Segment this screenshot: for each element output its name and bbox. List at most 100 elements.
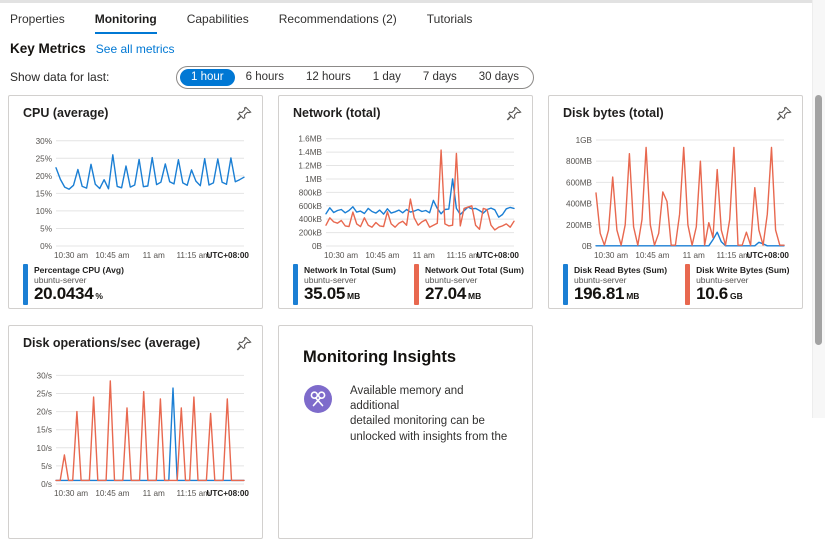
- svg-text:11 am: 11 am: [143, 489, 165, 498]
- svg-text:15/s: 15/s: [37, 426, 52, 435]
- svg-text:200kB: 200kB: [299, 229, 323, 238]
- pin-to-dashboard-icon[interactable]: [236, 105, 253, 122]
- svg-text:5%: 5%: [40, 224, 52, 233]
- svg-text:10:45 am: 10:45 am: [95, 489, 129, 498]
- svg-text:400kB: 400kB: [299, 215, 323, 224]
- svg-text:11 am: 11 am: [143, 251, 165, 260]
- svg-text:11:15 am: 11:15 am: [446, 251, 480, 260]
- metrics-cards-row-2: Disk operations/sec (average) 30/s25/s20…: [8, 325, 533, 539]
- svg-text:10%: 10%: [36, 207, 52, 216]
- legend-color-bar: [563, 264, 568, 305]
- svg-text:1.6MB: 1.6MB: [298, 135, 322, 144]
- disk-operations-card: Disk operations/sec (average) 30/s25/s20…: [8, 325, 263, 539]
- svg-text:1GB: 1GB: [576, 136, 593, 145]
- see-all-metrics-link[interactable]: See all metrics: [96, 42, 175, 56]
- time-range-selector: 1 hour 6 hours 12 hours 1 day 7 days 30 …: [176, 66, 534, 89]
- show-data-label: Show data for last:: [10, 70, 109, 84]
- network-card-title: Network (total): [293, 106, 518, 120]
- scrollbar-thumb[interactable]: [815, 95, 822, 345]
- monitoring-insights-card: Monitoring Insights Available memory and…: [278, 325, 533, 539]
- svg-text:10:45 am: 10:45 am: [635, 251, 669, 260]
- svg-text:0B: 0B: [582, 242, 593, 251]
- legend-metric-name: Network In Total (Sum): [304, 265, 396, 275]
- legend-network-in: Network In Total (Sum) ubuntu-server 35.…: [293, 264, 396, 305]
- network-legend: Network In Total (Sum) ubuntu-server 35.…: [293, 264, 518, 305]
- svg-text:10:45 am: 10:45 am: [365, 251, 399, 260]
- range-option-12-hours[interactable]: 12 hours: [295, 69, 362, 87]
- svg-text:11 am: 11 am: [413, 251, 435, 260]
- legend-metric-value: 196.81MB: [574, 285, 667, 304]
- pin-to-dashboard-icon[interactable]: [506, 105, 523, 122]
- network-total-card: Network (total) 1.6MB1.4MB1.2MB1MB800kB6…: [278, 95, 533, 309]
- pin-to-dashboard-icon[interactable]: [236, 335, 253, 352]
- svg-text:20%: 20%: [36, 172, 52, 181]
- disk-operations-chart[interactable]: 30/s25/s20/s15/s10/s5/s0/s10:30 am10:45 …: [23, 366, 250, 500]
- tab-properties[interactable]: Properties: [10, 12, 65, 34]
- svg-text:0/s: 0/s: [41, 480, 52, 489]
- range-option-6-hours[interactable]: 6 hours: [235, 69, 295, 87]
- legend-percentage-cpu: Percentage CPU (Avg) ubuntu-server 20.04…: [23, 264, 124, 305]
- tab-tutorials[interactable]: Tutorials: [427, 12, 473, 34]
- svg-text:UTC+08:00: UTC+08:00: [746, 251, 789, 260]
- range-option-30-days[interactable]: 30 days: [468, 69, 530, 87]
- tab-bar: Properties Monitoring Capabilities Recom…: [0, 3, 825, 34]
- legend-color-bar: [293, 264, 298, 305]
- cpu-card-title: CPU (average): [23, 106, 248, 120]
- monitoring-insights-title: Monitoring Insights: [303, 348, 508, 367]
- legend-metric-name: Disk Read Bytes (Sum): [574, 265, 667, 275]
- svg-text:5/s: 5/s: [41, 462, 52, 471]
- legend-metric-value: 10.6GB: [696, 285, 789, 304]
- tab-recommendations[interactable]: Recommendations (2): [279, 12, 397, 34]
- legend-metric-value: 20.0434%: [34, 285, 124, 304]
- pin-to-dashboard-icon[interactable]: [776, 105, 793, 122]
- legend-metric-value: 35.05MB: [304, 285, 396, 304]
- key-metrics-header: Key Metrics See all metrics: [0, 34, 825, 56]
- svg-text:600MB: 600MB: [566, 178, 592, 187]
- svg-text:10:30 am: 10:30 am: [54, 251, 88, 260]
- legend-metric-name: Disk Write Bytes (Sum): [696, 265, 789, 275]
- svg-text:1MB: 1MB: [305, 175, 322, 184]
- svg-text:20/s: 20/s: [37, 408, 52, 417]
- range-option-1-hour[interactable]: 1 hour: [180, 69, 235, 87]
- svg-text:0%: 0%: [40, 242, 52, 251]
- svg-text:800MB: 800MB: [566, 157, 592, 166]
- svg-text:1.4MB: 1.4MB: [298, 148, 322, 157]
- range-option-7-days[interactable]: 7 days: [412, 69, 468, 87]
- disk-bytes-chart[interactable]: 1GB 800MB 600MB 400MB 200MB 0B10:30 am 10:45 a…: [563, 128, 790, 262]
- tab-monitoring[interactable]: Monitoring: [95, 12, 157, 34]
- key-metrics-title: Key Metrics: [10, 41, 86, 56]
- legend-disk-write: Disk Write Bytes (Sum) ubuntu-server 10.…: [685, 264, 789, 305]
- svg-text:400MB: 400MB: [566, 200, 592, 209]
- cpu-legend: Percentage CPU (Avg) ubuntu-server 20.04…: [23, 264, 248, 305]
- legend-disk-read: Disk Read Bytes (Sum) ubuntu-server 196.…: [563, 264, 667, 305]
- disk-bytes-legend: Disk Read Bytes (Sum) ubuntu-server 196.…: [563, 264, 788, 305]
- disk-bytes-card-title: Disk bytes (total): [563, 106, 788, 120]
- network-chart[interactable]: 1.6MB1.4MB1.2MB1MB800kB600kB400kB200kB0B…: [293, 128, 520, 262]
- legend-metric-name: Network Out Total (Sum): [425, 265, 524, 275]
- range-option-1-day[interactable]: 1 day: [362, 69, 412, 87]
- svg-text:11:15 am: 11:15 am: [176, 251, 210, 260]
- svg-text:25%: 25%: [36, 154, 52, 163]
- disk-bytes-card: Disk bytes (total) 1GB 800MB 600MB 400MB 200…: [548, 95, 803, 309]
- svg-text:600kB: 600kB: [299, 202, 323, 211]
- svg-text:15%: 15%: [36, 189, 52, 198]
- legend-network-out: Network Out Total (Sum) ubuntu-server 27…: [414, 264, 524, 305]
- svg-text:UTC+08:00: UTC+08:00: [206, 251, 249, 260]
- svg-text:11:15 am: 11:15 am: [176, 489, 210, 498]
- svg-text:10:30 am: 10:30 am: [324, 251, 358, 260]
- svg-text:0B: 0B: [312, 242, 323, 251]
- legend-metric-name: Percentage CPU (Avg): [34, 265, 124, 275]
- cpu-average-card: CPU (average) 30% 25% 20% 15% 10% 5% 0%10:30 a…: [8, 95, 263, 309]
- scrollbar-track[interactable]: [812, 0, 825, 418]
- svg-text:10:30 am: 10:30 am: [54, 489, 88, 498]
- svg-text:30%: 30%: [36, 137, 52, 146]
- cpu-chart[interactable]: 30%25%20%15%10%5%0%10:30 am10:45 am11 am…: [23, 128, 250, 262]
- svg-text:10:30 am: 10:30 am: [594, 251, 628, 260]
- legend-color-bar: [23, 264, 28, 305]
- svg-text:11:15 am: 11:15 am: [716, 251, 750, 260]
- svg-text:UTC+08:00: UTC+08:00: [206, 489, 249, 498]
- legend-color-bar: [685, 264, 690, 305]
- svg-text:200MB: 200MB: [566, 221, 592, 230]
- tab-capabilities[interactable]: Capabilities: [187, 12, 249, 34]
- svg-text:800kB: 800kB: [299, 188, 323, 197]
